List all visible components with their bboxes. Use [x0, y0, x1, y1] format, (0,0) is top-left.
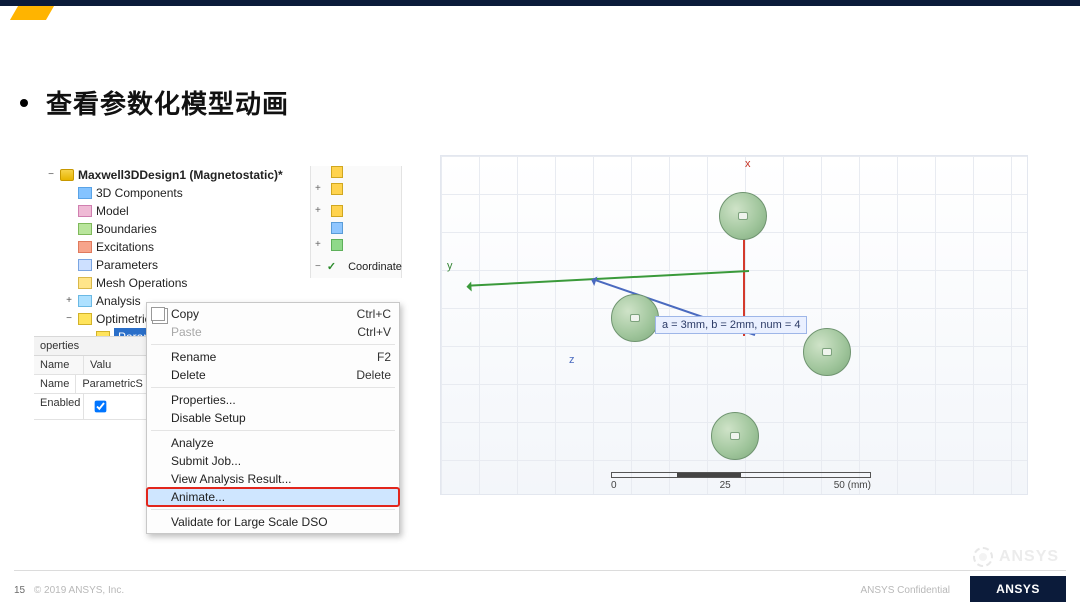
property-row-enabled[interactable]: Enabled — [34, 394, 146, 420]
cylinder-object[interactable] — [803, 328, 851, 376]
tree-item-mesh-operations[interactable]: Mesh Operations — [46, 274, 306, 292]
ctx-properties[interactable]: Properties... — [147, 391, 399, 409]
collapse-icon[interactable]: − — [46, 166, 56, 184]
enabled-checkbox[interactable] — [95, 401, 107, 413]
scale-tick-0: 0 — [611, 480, 617, 491]
scale-tick-1: 25 — [720, 480, 731, 491]
footer-divider — [14, 570, 1066, 571]
ctx-separator — [151, 344, 395, 345]
ctx-separator — [151, 430, 395, 431]
tree2-row[interactable]: + — [311, 200, 401, 222]
solid-icon — [331, 166, 343, 178]
properties-header: Name Valu — [34, 356, 146, 375]
slide-top-border — [0, 0, 1080, 6]
tree-root-label: Maxwell3DDesign1 (Magnetostatic)* — [78, 166, 283, 184]
copyright-text: © 2019 ANSYS, Inc. — [34, 585, 124, 596]
scale-bar-segments — [611, 472, 871, 478]
ctx-submit-job[interactable]: Submit Job... — [147, 452, 399, 470]
solid-icon — [331, 183, 343, 195]
tree2-row[interactable]: + — [311, 234, 401, 256]
maxwell3d-icon — [60, 169, 74, 181]
tree-item-excitations[interactable]: Excitations — [46, 238, 306, 256]
secondary-tree[interactable]: + + + −✓Coordinate — [310, 166, 402, 278]
tree-item-parameters[interactable]: Parameters — [46, 256, 306, 274]
boundaries-icon — [78, 223, 92, 235]
property-value[interactable] — [84, 394, 146, 419]
watermark-logo: ANSYS — [966, 544, 1066, 570]
tree-item-3d-components[interactable]: 3D Components — [46, 184, 306, 202]
ctx-animate[interactable]: Animate... — [147, 488, 399, 506]
solid-icon — [331, 239, 343, 251]
property-label: Enabled — [34, 394, 84, 419]
slide-number: 15 © 2019 ANSYS, Inc. — [14, 585, 124, 596]
properties-panel: operties Name Valu Name ParametricS Enab… — [34, 336, 146, 420]
model-viewport[interactable]: x y z a = 3mm, b = 2mm, num = 4 0 25 50 … — [440, 155, 1028, 495]
ctx-delete[interactable]: DeleteDelete — [147, 366, 399, 384]
tree-item-model[interactable]: Model — [46, 202, 306, 220]
tree-root[interactable]: − Maxwell3DDesign1 (Magnetostatic)* — [46, 166, 306, 184]
slide-title-row: 查看参数化模型动画 — [20, 84, 289, 121]
tree2-row[interactable]: + — [311, 178, 401, 200]
model-icon — [78, 205, 92, 217]
tree2-row[interactable] — [311, 166, 401, 178]
cylinder-object[interactable] — [611, 294, 659, 342]
ctx-rename[interactable]: RenameF2 — [147, 348, 399, 366]
properties-title: operties — [34, 337, 146, 356]
axis-x-label: x — [745, 158, 751, 170]
slide-accent-shape — [14, 6, 50, 20]
context-menu[interactable]: CopyCtrl+C PasteCtrl+V RenameF2 DeleteDe… — [146, 302, 400, 534]
check-icon: ✓ — [327, 256, 336, 278]
solid-icon — [331, 222, 343, 234]
property-row-name[interactable]: Name ParametricS — [34, 375, 146, 394]
optimetrics-icon — [78, 313, 92, 325]
scale-tick-2: 50 (mm) — [834, 480, 871, 491]
tree2-row[interactable]: −✓Coordinate — [311, 256, 401, 278]
analysis-icon — [78, 295, 92, 307]
property-value: ParametricS — [76, 375, 149, 393]
cylinder-object[interactable] — [719, 192, 767, 240]
solid-icon — [331, 205, 343, 217]
ctx-copy[interactable]: CopyCtrl+C — [147, 305, 399, 323]
watermark-circle-icon — [973, 547, 993, 567]
tree2-row[interactable] — [311, 222, 401, 234]
axis-z-label: z — [569, 354, 575, 366]
copy-icon — [151, 307, 165, 321]
slide-title: 查看参数化模型动画 — [46, 84, 289, 121]
bullet-icon — [20, 99, 28, 107]
ctx-view-analysis-result[interactable]: View Analysis Result... — [147, 470, 399, 488]
properties-col-name: Name — [34, 356, 84, 374]
property-label: Name — [34, 375, 76, 393]
parametric-info-label: a = 3mm, b = 2mm, num = 4 — [655, 316, 807, 334]
axis-y-label: y — [447, 260, 453, 272]
components-icon — [78, 187, 92, 199]
ctx-separator — [151, 509, 395, 510]
scale-bar: 0 25 50 (mm) — [611, 472, 871, 488]
ctx-validate-dso[interactable]: Validate for Large Scale DSO — [147, 513, 399, 531]
ctx-separator — [151, 387, 395, 388]
expand-icon[interactable]: + — [64, 292, 74, 310]
ctx-disable-setup[interactable]: Disable Setup — [147, 409, 399, 427]
properties-col-value: Valu — [84, 356, 146, 374]
parameters-icon — [78, 259, 92, 271]
coordinate-systems-label: Coordinate — [342, 256, 402, 278]
cylinder-object[interactable] — [711, 412, 759, 460]
ctx-paste: PasteCtrl+V — [147, 323, 399, 341]
ctx-analyze[interactable]: Analyze — [147, 434, 399, 452]
excitations-icon — [78, 241, 92, 253]
tree-item-boundaries[interactable]: Boundaries — [46, 220, 306, 238]
ansys-logo: ANSYS — [970, 576, 1066, 602]
collapse-icon[interactable]: − — [64, 310, 74, 328]
confidential-text: ANSYS Confidential — [861, 585, 951, 596]
mesh-icon — [78, 277, 92, 289]
